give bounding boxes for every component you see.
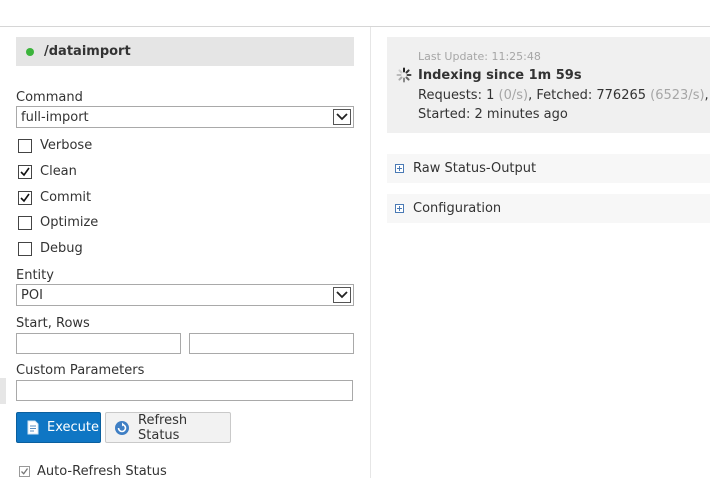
configuration-label: Configuration <box>413 201 502 216</box>
option-debug[interactable]: Debug <box>18 241 83 256</box>
started-text: Started: 2 minutes ago <box>418 107 568 122</box>
auto-refresh-label: Auto-Refresh Status <box>37 464 167 478</box>
debug-label: Debug <box>40 241 83 256</box>
command-select[interactable]: full-import <box>16 106 354 128</box>
fetched-count: 776265 <box>596 88 647 103</box>
verbose-label: Verbose <box>40 138 93 153</box>
raw-status-output-label: Raw Status-Output <box>413 161 537 176</box>
execute-button[interactable]: Execute <box>16 412 101 443</box>
indexing-status: Indexing since 1m 59s <box>418 68 582 83</box>
commit-label: Commit <box>40 190 92 205</box>
requests-rate: (0/s) <box>498 88 529 103</box>
commit-checkbox[interactable] <box>18 190 32 205</box>
refresh-status-label: Refresh Status <box>138 412 188 443</box>
entity-select-value: POI <box>21 287 43 303</box>
execute-label: Execute <box>47 420 99 435</box>
auto-refresh-toggle[interactable]: Auto-Refresh Status <box>19 464 167 478</box>
entity-label: Entity <box>16 268 54 283</box>
loading-spinner-icon <box>396 67 412 83</box>
expand-plus-icon <box>395 204 404 213</box>
configuration-toggle[interactable]: Configuration <box>387 194 710 223</box>
refresh-status-button[interactable]: Refresh Status <box>105 412 231 443</box>
refresh-icon <box>114 420 130 436</box>
chevron-down-icon <box>333 109 351 125</box>
optimize-label: Optimize <box>40 215 99 230</box>
expand-plus-icon <box>395 164 404 173</box>
verbose-checkbox[interactable] <box>18 138 32 153</box>
last-update-text: Last Update: 11:25:48 <box>418 50 541 63</box>
option-commit[interactable]: Commit <box>18 190 91 205</box>
option-optimize[interactable]: Optimize <box>18 215 98 230</box>
requests-count: 1 <box>486 88 495 103</box>
entity-select[interactable]: POI <box>16 284 354 306</box>
debug-checkbox[interactable] <box>18 241 32 256</box>
chevron-down-icon <box>333 287 351 303</box>
dataimport-header: /dataimport <box>16 37 354 66</box>
fetched-label: , Fetched: <box>528 88 597 103</box>
clean-checkbox[interactable] <box>18 164 32 179</box>
status-trailing-text: , S <box>704 88 710 103</box>
requests-label: Requests: <box>418 88 487 103</box>
custom-parameters-input[interactable] <box>16 380 353 401</box>
rows-input[interactable] <box>189 333 354 354</box>
option-clean[interactable]: Clean <box>18 164 77 179</box>
optimize-checkbox[interactable] <box>18 215 32 230</box>
auto-refresh-checkbox[interactable] <box>19 466 30 477</box>
option-verbose[interactable]: Verbose <box>18 138 92 153</box>
fetched-rate: (6523/s) <box>650 88 705 103</box>
document-icon <box>27 420 39 435</box>
custom-parameters-label: Custom Parameters <box>16 363 145 378</box>
start-input[interactable] <box>16 333 181 354</box>
panel-divider <box>370 27 371 478</box>
command-select-value: full-import <box>21 109 89 125</box>
clean-label: Clean <box>40 164 77 179</box>
requests-fetched-line: Requests: 1 (0/s), Fetched: 776265 (6523… <box>418 88 710 103</box>
page-title: /dataimport <box>44 44 131 59</box>
top-border <box>0 26 710 27</box>
raw-status-output-toggle[interactable]: Raw Status-Output <box>387 154 710 183</box>
left-sidebar-edge <box>0 378 6 404</box>
command-label: Command <box>16 90 83 105</box>
start-rows-label: Start, Rows <box>16 316 90 331</box>
status-dot-icon <box>26 47 34 56</box>
